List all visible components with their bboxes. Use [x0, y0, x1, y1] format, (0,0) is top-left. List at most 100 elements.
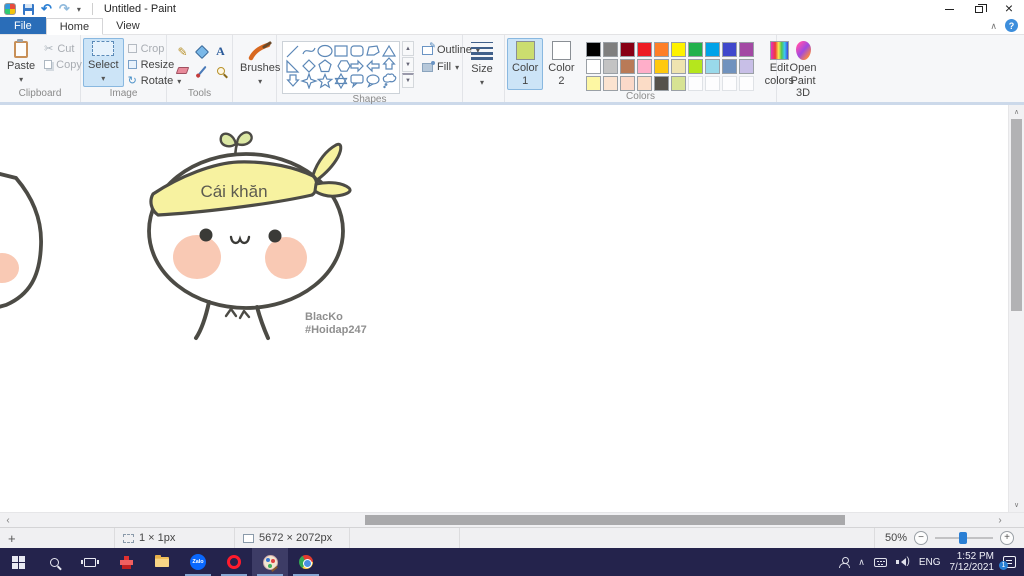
shapes-scroll-up-button[interactable]: ▲ — [402, 41, 414, 56]
palette-swatch[interactable] — [721, 42, 737, 57]
clock[interactable]: 1:52 PM 7/12/2021 — [950, 551, 995, 573]
hidden-icons-chevron[interactable] — [858, 556, 865, 568]
horizontal-scrollbar[interactable]: ‹ › — [0, 512, 1024, 527]
scroll-right-icon[interactable]: › — [992, 513, 1008, 527]
redo-icon[interactable] — [59, 1, 70, 17]
palette-swatch[interactable] — [585, 59, 601, 74]
shape-five-point-star — [316, 72, 334, 89]
palette-swatch[interactable] — [687, 42, 703, 57]
scrollbar-corner — [1008, 513, 1024, 527]
shapes-scroll-down-button[interactable]: ▼ — [402, 57, 414, 72]
speaker-icon[interactable] — [895, 557, 910, 568]
resize-icon — [127, 60, 137, 69]
palette-swatch-empty[interactable] — [704, 76, 720, 91]
taskbar-opera-button[interactable] — [216, 548, 252, 576]
palette-swatch[interactable] — [704, 42, 720, 57]
palette-swatch[interactable] — [738, 42, 754, 57]
taskbar-chrome-button[interactable] — [288, 548, 324, 576]
customize-toolbar-dropdown-icon[interactable] — [77, 3, 81, 15]
palette-swatch[interactable] — [619, 76, 635, 91]
eraser-tool-button[interactable] — [173, 61, 192, 80]
zoom-in-button[interactable]: + — [1000, 531, 1014, 545]
palette-swatch[interactable] — [670, 76, 686, 91]
scroll-down-icon[interactable]: ∨ — [1009, 498, 1024, 512]
restore-button[interactable] — [964, 0, 994, 18]
drawing-canvas[interactable]: Cái khăn BlacKo #Hoidap247 — [0, 105, 1008, 512]
touch-keyboard-icon[interactable] — [873, 557, 887, 567]
shape-right-triangle — [286, 59, 300, 73]
close-button[interactable] — [994, 0, 1024, 18]
palette-swatch[interactable] — [653, 42, 669, 57]
magnifier-tool-button[interactable] — [211, 61, 230, 80]
palette-swatch[interactable] — [619, 42, 635, 57]
tab-view[interactable]: View — [103, 17, 153, 34]
tab-home[interactable]: Home — [45, 18, 104, 35]
pencil-tool-button[interactable] — [173, 42, 192, 61]
palette-swatch-empty[interactable] — [738, 76, 754, 91]
taskbar-file-explorer-button[interactable] — [144, 548, 180, 576]
palette-swatch[interactable] — [653, 76, 669, 91]
palette-swatch-empty[interactable] — [687, 76, 703, 91]
task-view-button[interactable] — [72, 548, 108, 576]
collapse-ribbon-icon[interactable] — [990, 20, 997, 32]
vertical-scroll-thumb[interactable] — [1011, 119, 1022, 311]
color-picker-icon — [196, 65, 207, 76]
palette-swatch[interactable] — [721, 59, 737, 74]
shapes-more-button[interactable]: ▼ — [402, 73, 414, 88]
zoom-slider-thumb[interactable] — [959, 532, 967, 544]
palette-swatch[interactable] — [636, 76, 652, 91]
palette-swatch[interactable] — [704, 59, 720, 74]
taskbar-pixel-app-button[interactable] — [108, 548, 144, 576]
palette-swatch[interactable] — [585, 76, 601, 91]
paste-button[interactable]: Paste — [2, 38, 40, 88]
palette-swatch[interactable] — [602, 42, 618, 57]
cut-button[interactable]: Cut — [44, 42, 82, 55]
horizontal-scroll-thumb[interactable] — [365, 515, 845, 525]
people-icon[interactable] — [839, 556, 851, 568]
text-tool-button[interactable] — [211, 42, 230, 61]
taskbar-zalo-button[interactable]: Zalo — [180, 548, 216, 576]
palette-swatch[interactable] — [653, 59, 669, 74]
palette-swatch[interactable] — [619, 59, 635, 74]
minimize-button[interactable] — [934, 0, 964, 18]
vertical-scrollbar[interactable]: ∧ ∨ — [1008, 105, 1024, 512]
palette-swatch[interactable] — [670, 42, 686, 57]
palette-swatch-empty[interactable] — [721, 76, 737, 91]
help-icon[interactable] — [1005, 19, 1018, 32]
notification-center-icon[interactable]: 1 — [999, 556, 1016, 570]
color1-button[interactable]: Color 1 — [507, 38, 544, 90]
start-button[interactable] — [0, 548, 36, 576]
palette-swatch[interactable] — [636, 42, 652, 57]
tools-group-label: Tools — [187, 88, 212, 99]
copy-button[interactable]: Copy — [44, 58, 82, 71]
palette-swatch[interactable] — [687, 59, 703, 74]
color-picker-tool-button[interactable] — [192, 61, 211, 80]
scroll-left-icon[interactable]: ‹ — [0, 513, 16, 527]
scroll-up-icon[interactable]: ∧ — [1009, 105, 1024, 119]
palette-swatch[interactable] — [738, 59, 754, 74]
palette-swatch[interactable] — [670, 59, 686, 74]
language-indicator[interactable]: ENG — [919, 557, 941, 568]
save-icon[interactable] — [23, 3, 34, 15]
shapes-gallery[interactable] — [282, 41, 400, 94]
zoom-slider[interactable] — [935, 531, 993, 545]
zoom-out-button[interactable]: − — [914, 531, 928, 545]
undo-icon[interactable] — [41, 1, 52, 17]
pencil-icon — [177, 45, 187, 59]
palette-swatch[interactable] — [636, 59, 652, 74]
cut-icon — [44, 42, 53, 55]
palette-swatch[interactable] — [602, 59, 618, 74]
tab-file[interactable]: File — [0, 17, 46, 34]
palette-swatch[interactable] — [585, 42, 601, 57]
taskbar-paint-button[interactable] — [252, 548, 288, 576]
select-button[interactable]: Select — [83, 38, 124, 87]
open-paint3d-button[interactable]: Open Paint 3D — [779, 38, 827, 102]
size-button[interactable]: Size — [465, 38, 499, 91]
fill-tool-button[interactable] — [192, 42, 211, 61]
color2-button[interactable]: Color 2 — [543, 38, 579, 90]
taskbar-search-button[interactable] — [36, 548, 72, 576]
image-size-icon — [243, 533, 254, 543]
shape-arrow-right — [350, 59, 364, 73]
size-group: Size — [463, 35, 505, 102]
palette-swatch[interactable] — [602, 76, 618, 91]
